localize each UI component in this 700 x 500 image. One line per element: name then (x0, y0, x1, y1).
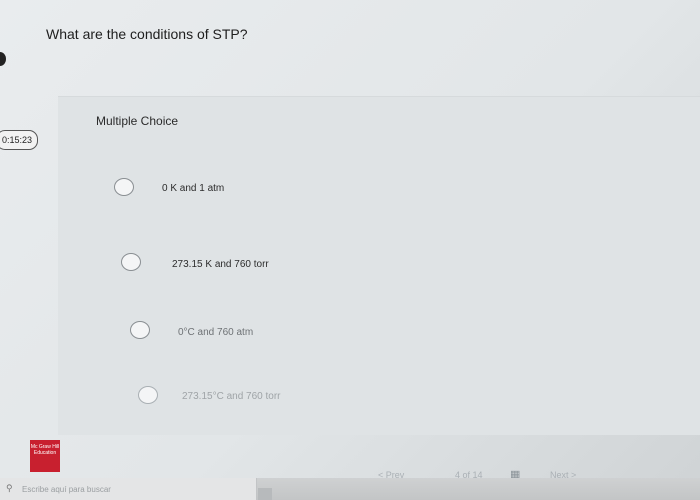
radio-button[interactable] (138, 386, 158, 404)
edge-dot (0, 52, 6, 66)
answer-label: 273.15°C and 760 torr (182, 391, 281, 402)
search-icon: ⚲ (6, 483, 13, 493)
radio-button[interactable] (130, 321, 150, 339)
taskbar-app-icon[interactable] (258, 488, 272, 500)
answer-label: 0°C and 760 atm (178, 327, 254, 338)
publisher-logo: Mc Graw Hill Education (30, 440, 60, 472)
question-text: What are the conditions of STP? (46, 26, 248, 42)
question-type-label: Multiple Choice (96, 114, 179, 128)
radio-button[interactable] (114, 178, 134, 196)
radio-button[interactable] (121, 253, 141, 271)
answer-label: 0 K and 1 atm (162, 183, 225, 194)
timer-badge: 0:15:23 (0, 130, 38, 150)
answer-panel (58, 96, 700, 435)
taskbar-search-placeholder: Escribe aquí para buscar (22, 485, 111, 494)
answer-label: 273.15 K and 760 torr (172, 259, 269, 270)
